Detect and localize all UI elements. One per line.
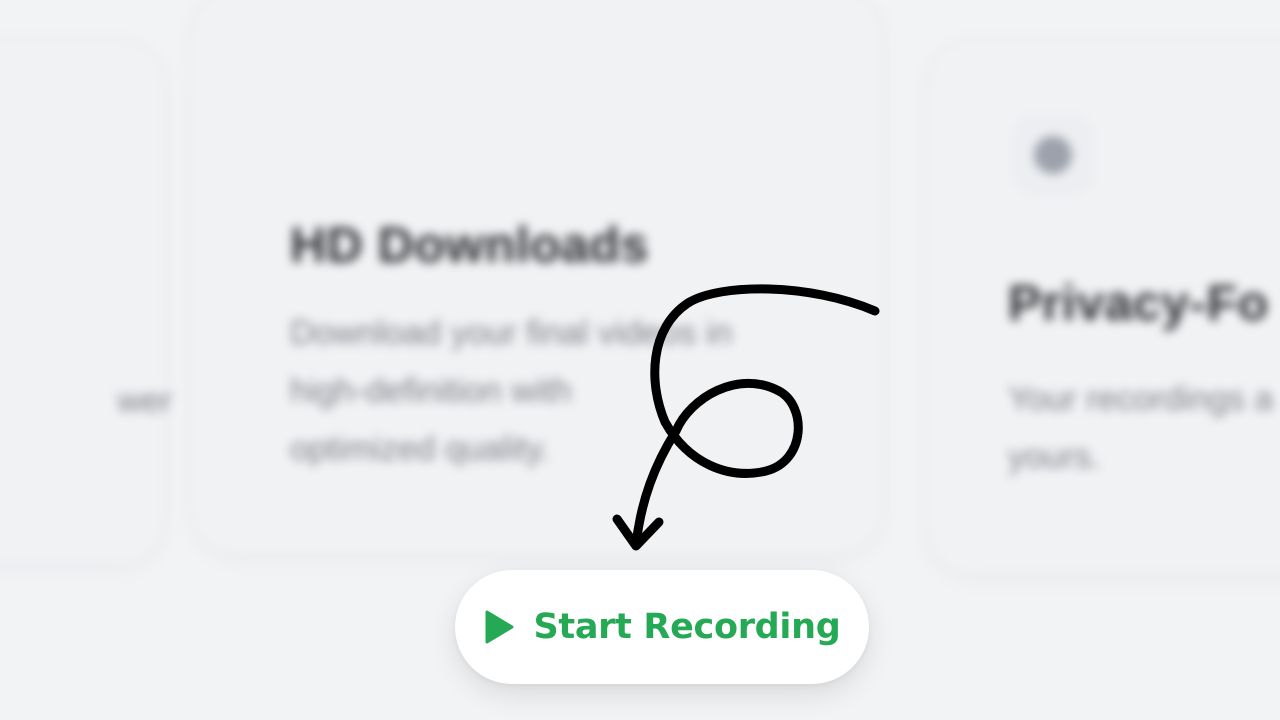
feature-card-left-description: wer xyxy=(117,382,172,420)
feature-card-title: HD Downloads xyxy=(290,217,649,273)
start-recording-label: Start Recording xyxy=(533,607,841,647)
feature-card-privacy: Privacy-Fo Your recordings a yours. xyxy=(928,40,1280,574)
feature-card-description: Your recordings a yours. xyxy=(1008,380,1274,476)
start-recording-button[interactable]: Start Recording xyxy=(455,570,869,684)
page: wer HD Downloads Download your final vid… xyxy=(0,0,1280,720)
privacy-icon-glyph xyxy=(1034,136,1072,174)
feature-card-description: Download your final videos in high-defin… xyxy=(290,314,733,468)
feature-card-hd-downloads: HD Downloads Download your final videos … xyxy=(192,0,882,554)
privacy-icon xyxy=(1012,114,1094,196)
feature-card-title: Privacy-Fo xyxy=(1008,275,1269,331)
play-icon xyxy=(485,610,513,644)
feature-card-left: wer xyxy=(0,40,172,564)
